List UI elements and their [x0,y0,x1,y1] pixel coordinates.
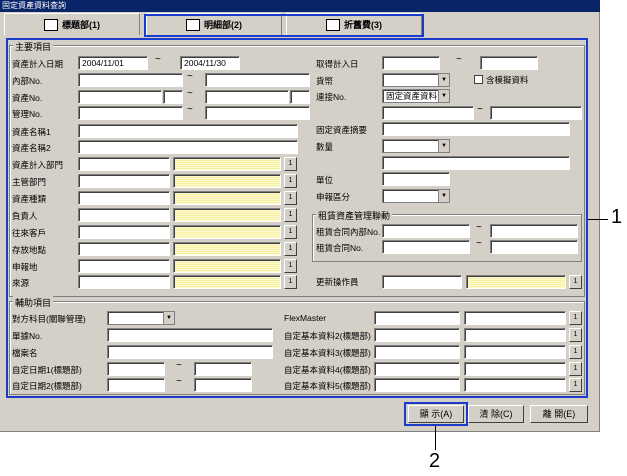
panel-highlight [6,38,588,398]
tab-header[interactable]: 標題部(1) [4,13,140,35]
tabs-highlight [144,14,424,37]
clear-button[interactable]: 清 除(C) [468,405,524,423]
callout-line-1 [588,219,608,220]
window-title: 固定資產資料查詢 [0,0,600,12]
show-button-highlight [404,402,468,426]
callout-2: 2 [429,450,441,472]
close-button[interactable]: 離 開(E) [530,405,588,423]
callout-line-2 [435,426,436,450]
tab-header-label: 標題部(1) [62,20,100,30]
book-icon [44,18,58,31]
callout-1: 1 [611,206,623,228]
